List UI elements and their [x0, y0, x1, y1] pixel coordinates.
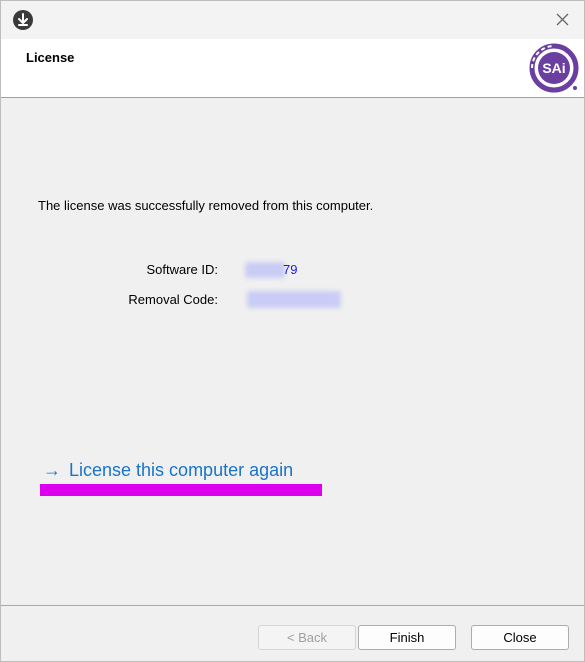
logo-text: SAi	[542, 60, 565, 76]
finish-button[interactable]: Finish	[358, 625, 456, 650]
highlight-underline	[40, 484, 322, 496]
page-title: License	[26, 50, 75, 65]
sai-logo: SAi	[529, 42, 581, 94]
back-button[interactable]: < Back	[258, 625, 356, 650]
close-icon[interactable]	[552, 10, 574, 30]
removal-code-redacted	[247, 291, 341, 308]
software-id-value: 79	[283, 262, 298, 277]
license-dialog: License SAi The license was successfully…	[0, 0, 585, 662]
close-button[interactable]: Close	[471, 625, 569, 650]
software-id-redacted	[245, 262, 285, 278]
license-again-label: License this computer again	[69, 460, 294, 480]
button-bar: < Back Finish Close	[1, 605, 584, 661]
arrow-right-icon: →	[43, 460, 61, 480]
status-message: The license was successfully removed fro…	[38, 198, 374, 213]
license-again-link[interactable]: → License this computer again	[43, 460, 293, 481]
download-icon	[13, 10, 33, 30]
removal-code-label: Removal Code:	[128, 292, 218, 307]
title-bar	[1, 1, 584, 39]
dialog-header: License SAi	[1, 39, 584, 98]
software-id-label: Software ID:	[146, 262, 218, 277]
